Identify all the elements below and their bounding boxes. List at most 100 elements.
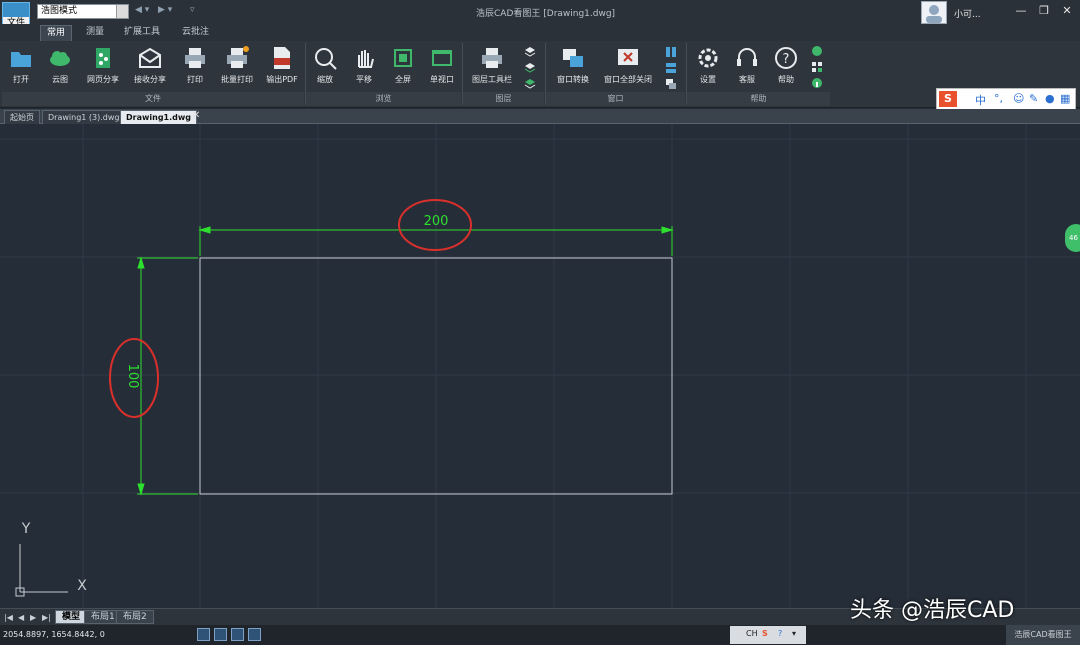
gear-icon (698, 48, 718, 68)
fullscreen-button[interactable]: 全屏 (383, 45, 423, 91)
window-switch-button[interactable]: 窗口转换 (552, 45, 594, 91)
export-pdf-label: 输出PDF (266, 75, 298, 84)
drawing-canvas[interactable]: 200 100 Y X (0, 124, 1080, 608)
cloud-label: 云图 (52, 75, 68, 84)
close-all-windows-button[interactable]: 窗口全部关闭 (600, 45, 656, 91)
next-layout-icon[interactable]: ▶ (30, 613, 36, 622)
open-button[interactable]: 打开 (1, 45, 41, 91)
update-icon[interactable] (811, 45, 823, 57)
ucs-icon (15, 544, 68, 597)
print-button[interactable]: 打印 (175, 45, 215, 91)
layout-tab-layout2[interactable]: 布局2 (116, 610, 154, 624)
zoom-status-icon[interactable] (214, 628, 227, 641)
question-icon: ? (775, 47, 797, 69)
prev-layout-icon[interactable]: ◀ (18, 613, 24, 622)
tray-chevron-icon[interactable]: ▾ (792, 629, 796, 638)
layer-settings-icon[interactable] (524, 62, 536, 74)
tab-extend-tools[interactable]: 扩展工具 (118, 25, 166, 41)
layer-toolbar-label: 图层工具栏 (472, 75, 512, 84)
tray-lang[interactable]: CH (746, 629, 758, 638)
ime-punct[interactable]: °, (994, 92, 1003, 105)
single-window-button[interactable]: 单视口 (422, 45, 462, 91)
ime-lang[interactable]: 中 (975, 92, 986, 108)
tab-common[interactable]: 常用 (40, 25, 73, 41)
layer-stack-icon[interactable] (524, 46, 536, 58)
group-label-window: 窗口 (546, 92, 685, 106)
grid-toggle-icon[interactable] (197, 628, 210, 641)
close-tab-icon[interactable]: ✕ (192, 110, 200, 121)
grid (0, 124, 1080, 608)
app-title: 浩辰CAD看图王 (476, 9, 541, 19)
smile-icon[interactable]: ☺ (1013, 92, 1024, 105)
window-switch-icon (563, 49, 583, 67)
tile-horizontal-icon[interactable] (665, 62, 677, 74)
layer-filter-icon[interactable] (524, 78, 536, 90)
cloud-icon (50, 51, 70, 66)
customer-service-button[interactable]: 客服 (727, 45, 767, 91)
extents-icon[interactable] (248, 628, 261, 641)
watermark: 头条 @浩辰CAD (850, 598, 1015, 623)
mode-select[interactable]: 浩图模式 (37, 4, 129, 19)
customize-quickaccess-icon[interactable]: ▿ (190, 5, 195, 15)
zoom-button[interactable]: 缩放 (305, 45, 345, 91)
batch-print-button[interactable]: 批量打印 (217, 45, 257, 91)
fullscreen-icon (394, 49, 412, 67)
ribbon-tab-bar: 常用 测量 扩展工具 云批注 (0, 24, 1080, 41)
receive-share-label: 接收分享 (134, 75, 166, 84)
export-pdf-button[interactable]: 输出PDF (262, 45, 302, 91)
file-title: [Drawing1.dwg] (543, 9, 616, 19)
tile-vertical-icon[interactable] (665, 46, 677, 58)
user-icon (926, 5, 942, 23)
last-layout-icon[interactable]: ▶| (42, 613, 51, 622)
web-share-button[interactable]: 网页分享 (83, 45, 123, 91)
doc-tab-drawing1-3[interactable]: Drawing1 (3).dwg (42, 110, 126, 124)
help-button[interactable]: ? 帮助 (766, 45, 806, 91)
layer-toolbar-button[interactable]: 图层工具栏 (468, 45, 516, 91)
user-avatar[interactable] (921, 1, 947, 24)
window-close-icon (618, 49, 638, 65)
ribbon: 打开 云图 网页分享 接收分享 打印 批量打印 输出PDF 缩放 平移 全屏 单… (0, 41, 1080, 110)
redo-icon[interactable]: ▶ ▾ (158, 5, 172, 15)
share-icon (96, 48, 110, 68)
cascade-icon[interactable] (665, 78, 677, 90)
layers-printer-icon (482, 48, 502, 68)
dimension-vertical[interactable] (137, 256, 198, 496)
mic-icon[interactable]: ● (1045, 92, 1055, 105)
first-layout-icon[interactable]: |◀ (4, 613, 13, 622)
close-icon[interactable]: ✕ (1060, 4, 1074, 18)
restore-icon[interactable]: ❐ (1037, 4, 1051, 18)
info-icon[interactable] (811, 77, 823, 89)
batch-print-label: 批量打印 (221, 75, 253, 84)
side-badge[interactable]: 46 (1065, 224, 1080, 252)
dim-horizontal-text: 200 (424, 214, 449, 229)
settings-button[interactable]: 设置 (688, 45, 728, 91)
ucs-x-label: X (77, 578, 87, 594)
layout-tab-model[interactable]: 模型 (55, 610, 88, 624)
help-tray-icon[interactable]: ? (778, 629, 782, 638)
keyboard-icon[interactable]: ▦ (1060, 92, 1070, 105)
apps-grid-icon[interactable] (811, 61, 823, 73)
settings-label: 设置 (700, 75, 716, 84)
brush-icon[interactable]: ✎ (1029, 92, 1038, 105)
batch-printer-icon (227, 46, 249, 68)
group-label-browse: 浏览 (306, 92, 461, 106)
document-tab-bar: 起始页 Drawing1 (3).dwg Drawing1.dwg (0, 109, 1080, 124)
open-label: 打开 (13, 75, 29, 84)
receive-icon (139, 47, 161, 68)
print-label: 打印 (187, 75, 203, 84)
receive-share-button[interactable]: 接收分享 (130, 45, 170, 91)
doc-tab-start[interactable]: 起始页 (4, 110, 40, 124)
taskbar-app-name[interactable]: 浩辰CAD看图王 (1006, 625, 1080, 645)
cloud-button[interactable]: 云图 (40, 45, 80, 91)
chevron-down-icon (116, 5, 128, 18)
tab-cloud-annotate[interactable]: 云批注 (176, 25, 215, 41)
undo-icon[interactable]: ◀ ▾ (135, 5, 149, 15)
tab-measure[interactable]: 测量 (80, 25, 110, 41)
sogou-icon[interactable]: S (762, 629, 768, 638)
pan-button[interactable]: 平移 (344, 45, 384, 91)
user-name[interactable]: 小可... (954, 7, 981, 20)
doc-tab-drawing1[interactable]: Drawing1.dwg (120, 110, 197, 124)
minimize-icon[interactable]: — (1014, 4, 1028, 18)
ime-toolbar[interactable]: S 中 °, ☺ ✎ ● ▦ (936, 88, 1076, 110)
snap-toggle-icon[interactable] (231, 628, 244, 641)
